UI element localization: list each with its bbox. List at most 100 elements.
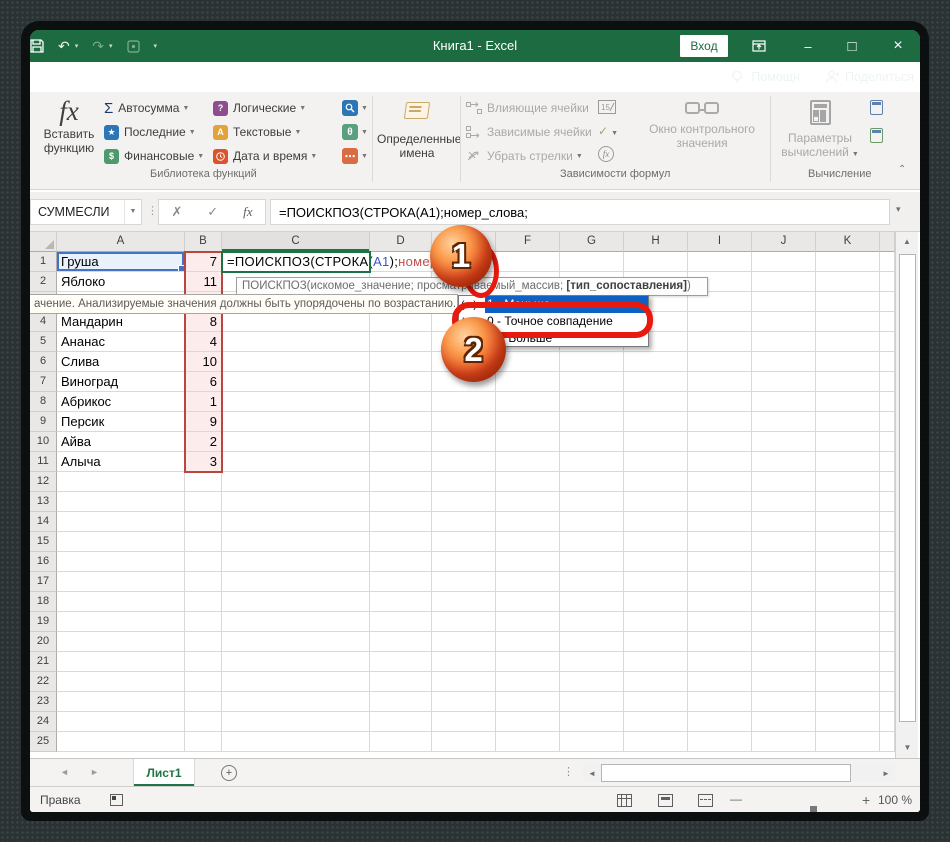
cell-G11[interactable]: [560, 452, 624, 472]
cell-F15[interactable]: [496, 532, 560, 552]
cell-A6[interactable]: Слива: [57, 352, 185, 372]
cell-B9[interactable]: 9: [185, 412, 222, 432]
cell-D25[interactable]: [370, 732, 432, 752]
cell-F8[interactable]: [496, 392, 560, 412]
cell-H22[interactable]: [624, 672, 688, 692]
cancel-icon[interactable]: ✗: [171, 204, 182, 220]
horizontal-scrollbar[interactable]: ◄ ►: [583, 764, 895, 782]
cell-F6[interactable]: [496, 352, 560, 372]
cell-C23[interactable]: [222, 692, 370, 712]
cell-H13[interactable]: [624, 492, 688, 512]
cell-A17[interactable]: [57, 572, 185, 592]
cell-A2[interactable]: Яблоко: [57, 272, 185, 292]
cell-I8[interactable]: [688, 392, 752, 412]
cell-H8[interactable]: [624, 392, 688, 412]
cell-A13[interactable]: [57, 492, 185, 512]
cell-H21[interactable]: [624, 652, 688, 672]
logical-functions-button[interactable]: ? Логические▼: [213, 98, 306, 118]
cell-G20[interactable]: [560, 632, 624, 652]
cell-D7[interactable]: [370, 372, 432, 392]
cell-H18[interactable]: [624, 592, 688, 612]
cell-J6[interactable]: [752, 352, 816, 372]
cell-C18[interactable]: [222, 592, 370, 612]
cell-I1[interactable]: [688, 252, 752, 272]
cell-A11[interactable]: Алыча: [57, 452, 185, 472]
cell-K1[interactable]: [816, 252, 880, 272]
cell-K7[interactable]: [816, 372, 880, 392]
page-break-view-icon[interactable]: [698, 794, 713, 807]
column-header-I[interactable]: I: [688, 232, 752, 252]
cell-G21[interactable]: [560, 652, 624, 672]
cell-J16[interactable]: [752, 552, 816, 572]
cell-B5[interactable]: 4: [185, 332, 222, 352]
cell-I22[interactable]: [688, 672, 752, 692]
cell-H16[interactable]: [624, 552, 688, 572]
cell-J14[interactable]: [752, 512, 816, 532]
row-header-9[interactable]: 9: [30, 412, 57, 432]
cell-J12[interactable]: [752, 472, 816, 492]
horizontal-scrollbar-thumb[interactable]: [601, 764, 851, 782]
row-header-1[interactable]: 1: [30, 252, 57, 272]
cell-K9[interactable]: [816, 412, 880, 432]
cell-J5[interactable]: [752, 332, 816, 352]
cell-I15[interactable]: [688, 532, 752, 552]
cell-A22[interactable]: [57, 672, 185, 692]
remove-arrows-button[interactable]: Убрать стрелки▼: [466, 146, 583, 166]
row-header-17[interactable]: 17: [30, 572, 57, 592]
cell-A15[interactable]: [57, 532, 185, 552]
cell-A12[interactable]: [57, 472, 185, 492]
cell-K19[interactable]: [816, 612, 880, 632]
cell-G17[interactable]: [560, 572, 624, 592]
cell-D21[interactable]: [370, 652, 432, 672]
cell-F11[interactable]: [496, 452, 560, 472]
row-header-11[interactable]: 11: [30, 452, 57, 472]
cell-C10[interactable]: [222, 432, 370, 452]
normal-view-icon[interactable]: [617, 794, 632, 807]
cell-K13[interactable]: [816, 492, 880, 512]
cell-A23[interactable]: [57, 692, 185, 712]
cell-B14[interactable]: [185, 512, 222, 532]
evaluate-formula-icon[interactable]: fx: [598, 146, 614, 162]
cell-I4[interactable]: [688, 312, 752, 332]
row-header-14[interactable]: 14: [30, 512, 57, 532]
row-header-2[interactable]: 2: [30, 272, 57, 292]
show-formulas-icon[interactable]: 15: [598, 100, 616, 114]
cell-D13[interactable]: [370, 492, 432, 512]
row-header-13[interactable]: 13: [30, 492, 57, 512]
cell-B12[interactable]: [185, 472, 222, 492]
cell-F18[interactable]: [496, 592, 560, 612]
cell-F25[interactable]: [496, 732, 560, 752]
cell-A10[interactable]: Айва: [57, 432, 185, 452]
cell-E20[interactable]: [432, 632, 496, 652]
cell-F7[interactable]: [496, 372, 560, 392]
cell-A4[interactable]: Мандарин: [57, 312, 185, 332]
cell-J23[interactable]: [752, 692, 816, 712]
cell-C14[interactable]: [222, 512, 370, 532]
cell-A24[interactable]: [57, 712, 185, 732]
select-all-corner[interactable]: [30, 232, 57, 252]
column-header-J[interactable]: J: [752, 232, 816, 252]
cell-H1[interactable]: [624, 252, 688, 272]
cell-I7[interactable]: [688, 372, 752, 392]
cell-F12[interactable]: [496, 472, 560, 492]
cell-G25[interactable]: [560, 732, 624, 752]
cell-K22[interactable]: [816, 672, 880, 692]
cell-K20[interactable]: [816, 632, 880, 652]
datetime-functions-button[interactable]: Дата и время▼: [213, 146, 317, 166]
enter-icon[interactable]: ✓: [207, 204, 218, 220]
autosum-button[interactable]: Σ Автосумма▼: [104, 98, 189, 118]
cell-F9[interactable]: [496, 412, 560, 432]
cell-K10[interactable]: [816, 432, 880, 452]
cell-G23[interactable]: [560, 692, 624, 712]
cell-H10[interactable]: [624, 432, 688, 452]
cell-B11[interactable]: 3: [185, 452, 222, 472]
calculate-now-icon[interactable]: [870, 100, 883, 115]
scroll-up-icon[interactable]: ▲: [896, 232, 918, 252]
cell-H11[interactable]: [624, 452, 688, 472]
cell-D10[interactable]: [370, 432, 432, 452]
cell-D5[interactable]: [370, 332, 432, 352]
cell-F13[interactable]: [496, 492, 560, 512]
cell-J21[interactable]: [752, 652, 816, 672]
sheet-nav-prev-icon[interactable]: ◄: [60, 767, 69, 777]
cell-C22[interactable]: [222, 672, 370, 692]
